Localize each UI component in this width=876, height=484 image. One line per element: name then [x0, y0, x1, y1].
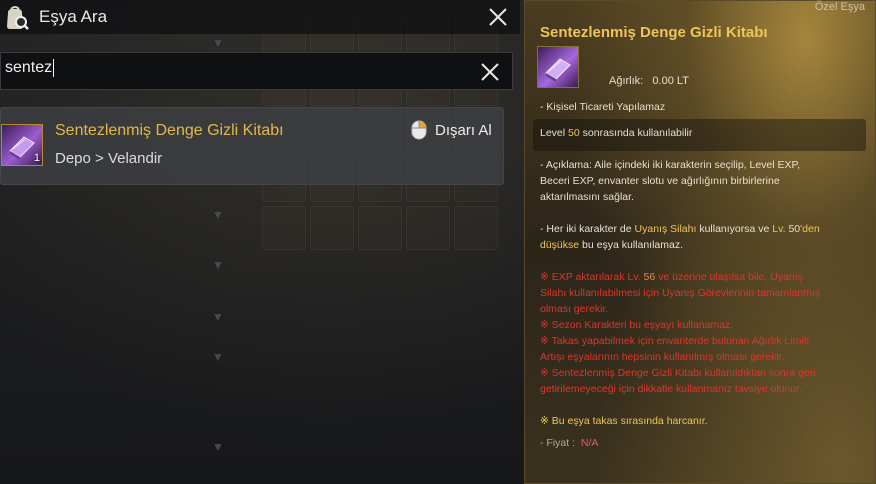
- warning-season: ※ Sezon Karakteri bu eşyayı kullanamaz.: [540, 319, 734, 331]
- window-title: Eşya Ara: [39, 7, 108, 26]
- awakening-weapon: Uyanış Silahı: [634, 223, 697, 235]
- background-arrow-icon: ▼: [212, 350, 224, 364]
- warning-line: getirilemeyeceği için dikkatle kullanman…: [540, 383, 803, 395]
- background-arrow-icon: ▼: [212, 258, 224, 272]
- awakening-text: 'den: [800, 223, 820, 235]
- warning-line: Silahı kullanılabilmesi için Uyanış Göre…: [540, 287, 821, 299]
- purple-book-icon: 1: [1, 124, 43, 166]
- awakening-text: bu eşya kullanılamaz.: [582, 239, 684, 251]
- consumed-note: ※ Bu eşya takas sırasında harcanır.: [540, 415, 708, 427]
- price-value: N/A: [580, 437, 599, 449]
- warning-line: olması gerekir.: [540, 303, 609, 315]
- weight-value: 0.00 LT: [652, 75, 689, 87]
- warning-text: ve üzerine ulaşılsa bile, Uyanış: [658, 271, 803, 283]
- description-line: aktarılmasını sağlar.: [540, 191, 634, 203]
- awakening-level-label: Lv.: [772, 223, 786, 235]
- bag-search-icon: [2, 4, 30, 32]
- item-category: Özel Eşya: [814, 1, 865, 13]
- take-out-label: Dışarı Al: [435, 122, 492, 139]
- awakening-condition-2: düşükse bu eşya kullanılamaz.: [540, 237, 865, 253]
- warning-level: 56: [643, 271, 656, 283]
- level-value: 50: [568, 127, 580, 139]
- text-caret: [53, 59, 55, 77]
- level-requirement: Level 50 sonrasında kullanılabilir: [540, 125, 865, 141]
- warning-line: Artışı eşyalarının hepsinin kullanılmış …: [540, 351, 785, 363]
- awakening-level: 50: [788, 223, 801, 235]
- warning-exp: ※ EXP aktarılarak Lv. 56 ve üzerine ulaş…: [540, 269, 865, 285]
- warning-trade: ※ Takas yapabilmek için envanterde bulun…: [540, 335, 809, 347]
- description-line: Beceri EXP, envanter slotu ve ağırlığını…: [540, 175, 780, 187]
- close-icon[interactable]: [486, 5, 510, 29]
- result-location: Depo > Velandir: [55, 150, 163, 167]
- right-click-mouse-icon: [411, 120, 427, 140]
- awakening-low: düşükse: [540, 239, 580, 251]
- purple-book-icon: [537, 46, 579, 88]
- warning-irreversible: ※ Sentezlenmiş Denge Gizli Kitabı kullan…: [540, 367, 816, 379]
- search-input[interactable]: sentez: [5, 59, 445, 83]
- tooltip-body: - Kişisel Ticareti Yapılamaz Level 50 so…: [540, 99, 865, 451]
- item-weight: Ağırlık: 0.00 LT: [609, 75, 689, 87]
- search-result-row[interactable]: 1 Sentezlenmiş Denge Gizli Kitabı Depo >…: [0, 107, 504, 185]
- price-label: - Fiyat :: [540, 437, 576, 449]
- background-arrow-icon: ▼: [212, 310, 224, 324]
- price-line: - Fiyat : N/A: [540, 435, 865, 451]
- warning-text: ※ EXP aktarılarak Lv.: [540, 271, 641, 283]
- search-value: sentez: [5, 59, 53, 77]
- description-line: - Açıklama: Aile içindeki iki karakterin…: [540, 159, 801, 171]
- background-arrow-icon: ▼: [212, 208, 224, 222]
- awakening-text: - Her iki karakter de: [540, 223, 632, 235]
- title-bar: Eşya Ara: [0, 0, 520, 34]
- result-item-name: Sentezlenmiş Denge Gizli Kitabı: [55, 122, 284, 139]
- item-tooltip: Özel Eşya Sentezlenmiş Denge Gizli Kitab…: [524, 0, 876, 484]
- trade-restriction: - Kişisel Ticareti Yapılamaz: [540, 101, 666, 113]
- awakening-condition: - Her iki karakter de Uyanış Silahı kull…: [540, 221, 865, 237]
- tooltip-title: Sentezlenmiş Denge Gizli Kitabı: [540, 24, 768, 41]
- weight-label: Ağırlık:: [609, 75, 644, 87]
- level-suffix: sonrasında kullanılabilir: [582, 127, 693, 139]
- level-prefix: Level: [540, 127, 566, 139]
- clear-icon[interactable]: [477, 59, 503, 85]
- awakening-text: kullanıyorsa ve: [699, 223, 770, 235]
- search-field: sentez: [0, 52, 513, 90]
- item-search-window: Eşya Ara sentez 1 Sentezlenmiş Denge Giz…: [0, 0, 520, 200]
- background-arrow-icon: ▼: [212, 440, 224, 454]
- item-count: 1: [33, 152, 40, 164]
